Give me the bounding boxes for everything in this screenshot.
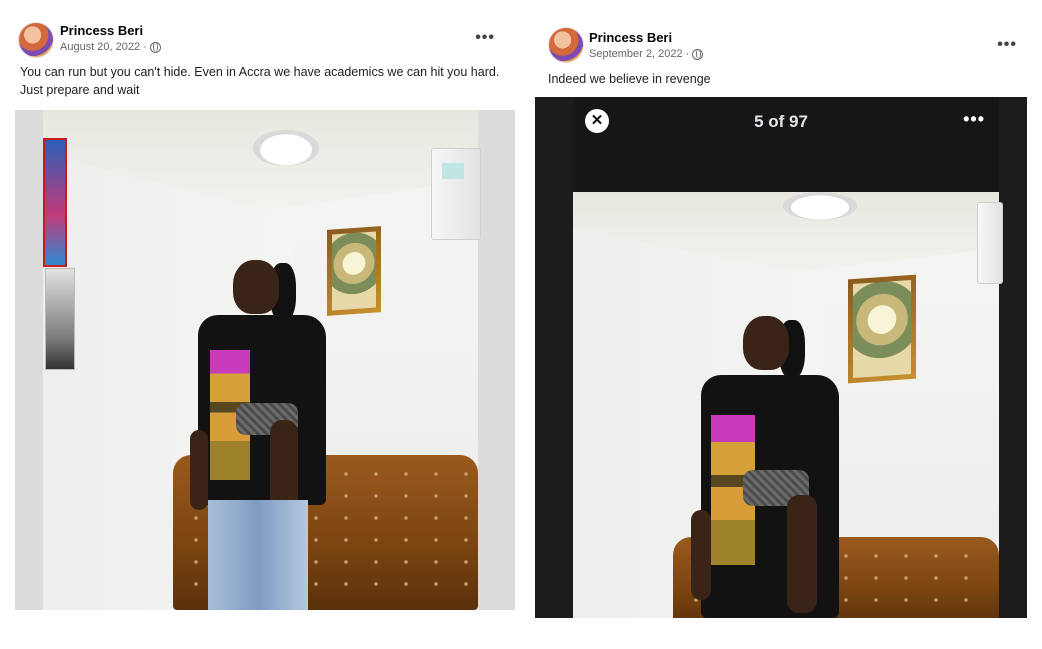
author-name[interactable]: Princess Beri (589, 30, 672, 45)
author-name[interactable]: Princess Beri (60, 23, 143, 38)
post-meta: September 2, 2022 · (589, 48, 704, 60)
avatar[interactable] (548, 27, 584, 63)
photo-scene (43, 110, 481, 610)
avatar[interactable] (18, 22, 54, 58)
globe-icon (149, 41, 161, 53)
photo-scene (573, 192, 1003, 618)
air-conditioner (431, 148, 481, 240)
air-conditioner (977, 202, 1003, 284)
post-date[interactable]: September 2, 2022 (589, 48, 683, 60)
photo-counter: 5 of 97 (754, 112, 808, 131)
post-date[interactable]: August 20, 2022 (60, 41, 140, 53)
post-meta: August 20, 2022 · (60, 41, 161, 53)
post-header: Princess Beri August 20, 2022 · ••• (15, 15, 515, 63)
person (683, 310, 853, 618)
more-options-icon[interactable]: ••• (475, 29, 495, 47)
globe-icon (692, 48, 704, 60)
post-header: Princess Beri September 2, 2022 · ••• (535, 18, 1027, 66)
more-options-icon[interactable]: ••• (997, 36, 1017, 54)
post-text: Indeed we believe in revenge (548, 72, 711, 86)
post-card-right: Princess Beri September 2, 2022 · ••• In… (535, 18, 1027, 618)
post-photo[interactable] (15, 110, 515, 610)
photo-viewer[interactable]: ✕ 5 of 97 ••• (535, 97, 1027, 618)
ceiling-lamp (783, 192, 857, 220)
person (178, 255, 338, 610)
viewer-more-icon[interactable]: ••• (963, 109, 985, 130)
framed-painting (848, 274, 916, 384)
post-text: You can run but you can't hide. Even in … (20, 65, 500, 97)
wall-poster (43, 138, 67, 267)
wall-mirror (45, 268, 75, 370)
ceiling-lamp (253, 130, 319, 166)
post-card-left: Princess Beri August 20, 2022 · ••• You … (15, 15, 515, 610)
